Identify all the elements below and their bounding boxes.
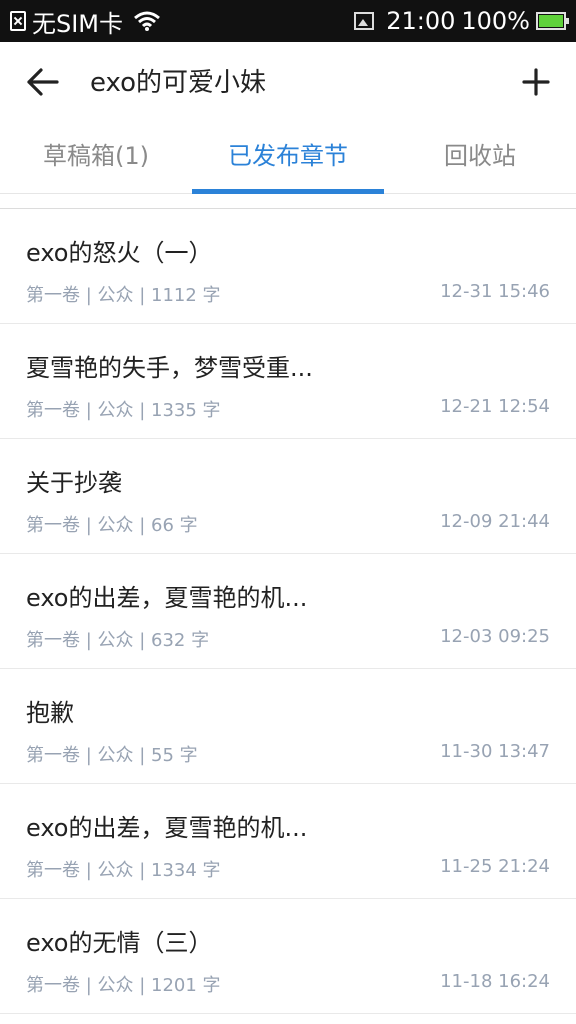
chapter-meta: 第一卷 | 公众 | 66 字 (26, 515, 198, 536)
chapter-time: 12-03 09:25 (440, 626, 550, 647)
status-bar: 无SIM卡 21:00 100% (0, 0, 576, 42)
wifi-icon (134, 11, 160, 31)
carrier-label: 无SIM卡 (32, 9, 124, 38)
tab-published[interactable]: 已发布章节 (192, 120, 384, 194)
tab-recycle-bin[interactable]: 回收站 (384, 120, 576, 193)
chapter-time: 12-09 21:44 (440, 511, 550, 532)
chapter-item[interactable]: exo的出差，夏雪艳的机... 第一卷 | 公众 | 632 字 12-03 0… (0, 554, 576, 669)
chapter-title: exo的出差，夏雪艳的机... (26, 814, 308, 842)
chapter-title: exo的无情（三） (26, 929, 213, 957)
app-bar: exo的可爱小妹 (0, 42, 576, 120)
chapter-time: 11-18 16:24 (440, 971, 550, 992)
chapter-list: exo的怒火（一） 第一卷 | 公众 | 1112 字 12-31 15:46 … (0, 208, 576, 1014)
chapter-item[interactable]: exo的怒火（一） 第一卷 | 公众 | 1112 字 12-31 15:46 (0, 209, 576, 324)
battery-level (539, 15, 563, 27)
chapter-title: 夏雪艳的失手，梦雪受重... (26, 354, 313, 382)
chapter-time: 11-25 21:24 (440, 856, 550, 877)
chapter-title: exo的出差，夏雪艳的机... (26, 584, 308, 612)
image-icon (354, 12, 375, 30)
tab-bar: 草稿箱(1) 已发布章节 回收站 (0, 120, 576, 194)
chapter-time: 11-30 13:47 (440, 741, 550, 762)
chapter-meta: 第一卷 | 公众 | 55 字 (26, 745, 198, 766)
chapter-title: exo的怒火（一） (26, 239, 213, 267)
battery-icon (536, 12, 569, 30)
chapter-meta: 第一卷 | 公众 | 1201 字 (26, 975, 221, 996)
chapter-item[interactable]: 关于抄袭 第一卷 | 公众 | 66 字 12-09 21:44 (0, 439, 576, 554)
battery-percent: 100% (461, 7, 530, 35)
no-sim-icon (10, 11, 26, 31)
page-title: exo的可爱小妹 (90, 68, 267, 98)
chapter-time: 12-21 12:54 (440, 396, 550, 417)
arrow-left-icon (27, 68, 59, 96)
chapter-meta: 第一卷 | 公众 | 632 字 (26, 630, 210, 651)
chapter-title: 关于抄袭 (26, 469, 122, 497)
chapter-meta: 第一卷 | 公众 | 1112 字 (26, 285, 221, 306)
chapter-meta: 第一卷 | 公众 | 1335 字 (26, 400, 221, 421)
clock: 21:00 (386, 7, 456, 35)
chapter-meta: 第一卷 | 公众 | 1334 字 (26, 860, 221, 881)
chapter-item[interactable]: exo的出差，夏雪艳的机... 第一卷 | 公众 | 1334 字 11-25 … (0, 784, 576, 899)
chapter-item[interactable]: exo的无情（三） 第一卷 | 公众 | 1201 字 11-18 16:24 (0, 899, 576, 1014)
chapter-item[interactable]: 夏雪艳的失手，梦雪受重... 第一卷 | 公众 | 1335 字 12-21 1… (0, 324, 576, 439)
status-right: 21:00 100% (354, 0, 569, 42)
chapter-title: 抱歉 (26, 699, 74, 727)
chapter-item[interactable]: 抱歉 第一卷 | 公众 | 55 字 11-30 13:47 (0, 669, 576, 784)
status-left: 无SIM卡 (10, 0, 161, 42)
tab-drafts[interactable]: 草稿箱(1) (0, 120, 192, 193)
chapter-time: 12-31 15:46 (440, 281, 550, 302)
add-chapter-button[interactable] (514, 60, 558, 104)
back-button[interactable] (20, 60, 64, 104)
plus-icon (522, 68, 550, 96)
